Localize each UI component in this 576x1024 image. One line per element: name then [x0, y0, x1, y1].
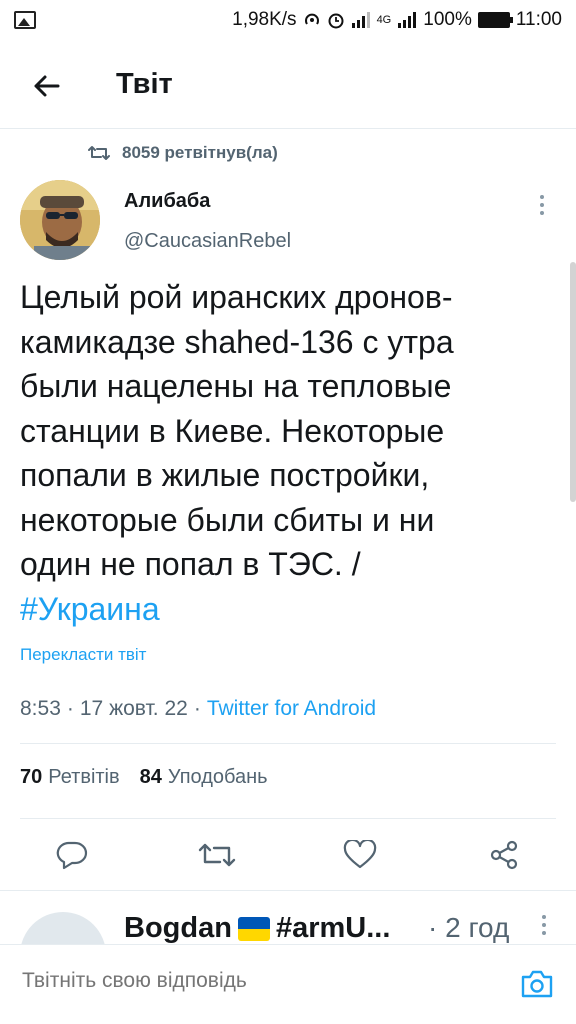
likes-count: 84	[139, 766, 162, 788]
network-type: 4G	[376, 14, 392, 26]
like-button[interactable]	[338, 833, 382, 877]
retweet-context[interactable]: 8059 ретвітнув(ла)	[88, 143, 278, 163]
battery-icon	[477, 12, 513, 28]
dot	[542, 931, 546, 935]
hashtag-link[interactable]: #Украина	[20, 587, 540, 632]
tweet-line: были нацелены на тепловые	[20, 368, 452, 404]
battery-percent: 100%	[423, 9, 472, 30]
retweet-icon	[198, 843, 236, 867]
reply-button[interactable]	[50, 833, 94, 877]
divider	[20, 818, 556, 819]
tweet-stats: 70 Ретвітів 84 Уподобань	[20, 766, 268, 789]
divider	[20, 743, 556, 744]
retweets-count: 70	[20, 766, 43, 788]
tweet-line: камикадзе shahed-136 с утра	[20, 323, 454, 360]
author-handle[interactable]: @CaucasianRebel	[124, 230, 291, 253]
tweet-date: 17 жовт. 22	[79, 697, 188, 720]
reply-input[interactable]	[22, 969, 482, 993]
scrollbar[interactable]	[570, 262, 576, 502]
tweet-line: Целый рой иранских дронов-	[20, 279, 453, 315]
hotspot-icon	[304, 13, 319, 25]
camera-button[interactable]	[518, 965, 556, 1003]
dot	[540, 195, 544, 199]
status-bar: 1,98K/s 4G 100% 11:00	[0, 0, 576, 40]
retweet-button[interactable]	[195, 833, 239, 877]
alarm-icon	[328, 13, 344, 29]
tweet-meta: 8:53 · 17 жовт. 22 · Twitter for Android	[20, 697, 376, 721]
reply-compose-bar	[0, 944, 576, 1024]
dot	[540, 211, 544, 215]
share-icon	[490, 840, 518, 870]
likes-stat[interactable]: 84 Уподобань	[140, 766, 268, 789]
signal-icon-2	[398, 12, 417, 28]
avatar-image	[20, 180, 100, 260]
retweets-label: Ретвітів	[48, 766, 120, 788]
tweet-line: станции в Киеве. Некоторые	[20, 412, 445, 449]
retweet-context-text: 8059 ретвітнув(ла)	[122, 143, 278, 162]
dot	[542, 923, 546, 927]
reply-more-options-button[interactable]	[536, 915, 552, 945]
author-name[interactable]: Алибаба	[124, 190, 210, 213]
likes-label: Уподобань	[167, 766, 268, 788]
more-options-button[interactable]	[532, 190, 552, 220]
tweet-time: 8:53	[20, 697, 61, 720]
retweet-icon	[88, 146, 110, 160]
reply-icon	[56, 841, 88, 870]
header: Твіт	[0, 56, 576, 116]
share-button[interactable]	[482, 833, 526, 877]
translate-tweet-link[interactable]: Перекласти твіт	[20, 645, 146, 665]
divider	[0, 890, 576, 891]
image-notification-icon	[14, 11, 36, 29]
ukraine-flag-icon	[237, 916, 270, 941]
camera-icon	[521, 970, 553, 998]
retweets-stat[interactable]: 70 Ретвітів	[20, 766, 120, 789]
back-button[interactable]	[26, 66, 66, 106]
page-title: Твіт	[116, 68, 173, 100]
tweet-line: некоторые были сбиты и ни	[20, 501, 435, 538]
tweet-line: попали в жилые постройки,	[20, 457, 430, 493]
divider	[0, 128, 576, 129]
signal-icon	[351, 12, 370, 28]
heart-icon	[343, 840, 377, 869]
network-speed: 1,98K/s	[232, 9, 297, 30]
reply-author-name[interactable]: Bogdan #armU...	[124, 912, 390, 945]
clock: 11:00	[515, 9, 562, 30]
tweet-actions	[0, 833, 576, 877]
reply-name-end: #armU...	[275, 912, 391, 944]
arrow-left-icon	[34, 75, 60, 97]
dot	[540, 203, 544, 207]
tweet-line: один не попал в ТЭС. /	[20, 546, 361, 582]
reply-name-start: Bogdan	[124, 912, 232, 944]
separator: ·	[193, 697, 201, 720]
reply-time: · 2 год	[428, 912, 510, 943]
avatar[interactable]	[20, 180, 100, 260]
dot	[542, 915, 546, 919]
tweet-text: Целый рой иранских дронов- камикадзе sha…	[20, 275, 540, 631]
separator: ·	[66, 697, 74, 720]
tweet-source-link[interactable]: Twitter for Android	[207, 697, 376, 721]
